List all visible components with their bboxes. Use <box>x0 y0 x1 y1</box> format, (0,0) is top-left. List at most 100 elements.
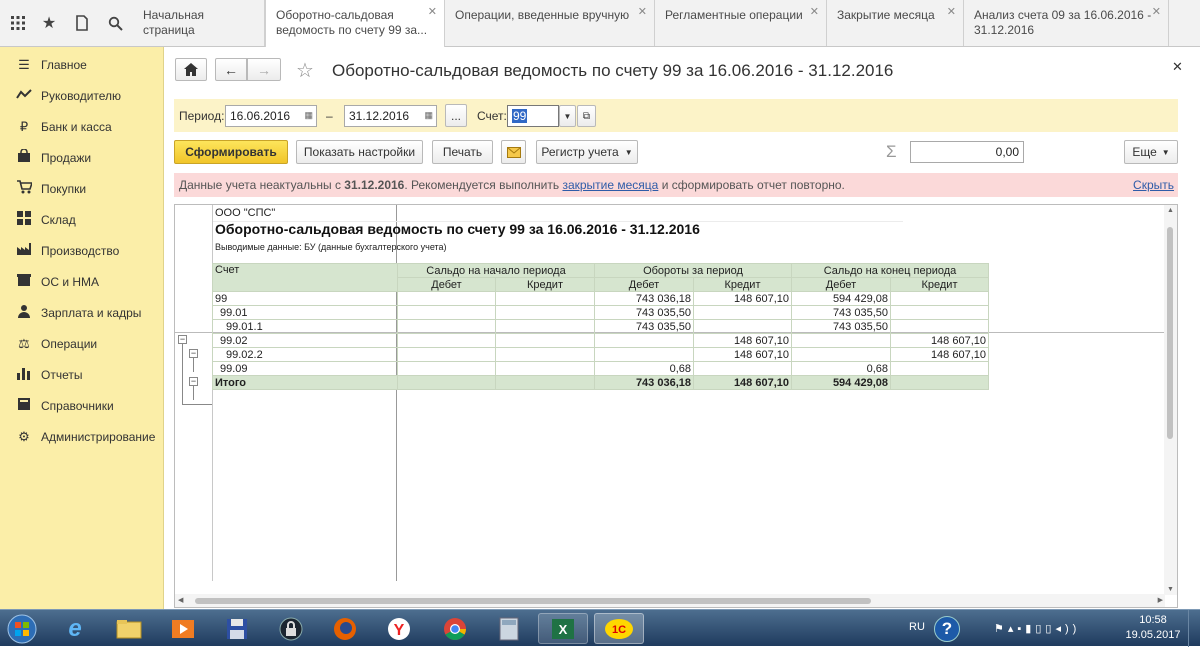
sidebar-item-operations[interactable]: ⚖ Операции <box>0 328 164 359</box>
sidebar-item-salary[interactable]: Зарплата и кадры <box>0 297 164 328</box>
close-icon[interactable]: ✕ <box>947 5 956 20</box>
close-icon[interactable]: ✕ <box>1152 5 1161 20</box>
sidebar-item-directories[interactable]: Справочники <box>0 390 164 421</box>
clock-date[interactable]: 19.05.2017 <box>1125 629 1181 641</box>
report-spreadsheet[interactable]: ООО "СПС" Оборотно-сальдовая ведомость п… <box>174 204 1178 608</box>
explorer-folder-icon[interactable] <box>104 613 154 644</box>
collapse-toggle[interactable]: − <box>189 349 198 358</box>
sidebar-item-bank[interactable]: ₽ Банк и касса <box>0 111 164 142</box>
sidebar-item-manager[interactable]: Руководителю <box>0 80 164 111</box>
scroll-right-icon[interactable]: ▶ <box>1158 596 1163 604</box>
tab-manual-operations[interactable]: Операции, введенные вручную ✕ <box>445 0 655 46</box>
value-cell <box>495 333 595 348</box>
ie-icon[interactable]: e <box>50 613 100 644</box>
calculator-icon[interactable] <box>484 613 534 644</box>
tray-icons[interactable]: ⚑▴▪▮▯▯◂)) <box>994 622 1080 635</box>
factory-icon <box>14 242 34 259</box>
month-closing-link[interactable]: закрытие месяца <box>562 178 658 192</box>
firefox-icon[interactable] <box>320 613 370 644</box>
account-open-button[interactable]: ⧉ <box>577 105 596 127</box>
top-bar: ★ Начальная страница Оборотно-сальдовая … <box>0 0 1200 47</box>
favorite-star-icon[interactable]: ☆ <box>296 58 314 83</box>
table-row[interactable]: 99.02 148 607,10 148 607,10 <box>212 333 989 348</box>
more-button[interactable]: Еще ▼ <box>1124 140 1178 164</box>
scroll-down-icon[interactable]: ▼ <box>1167 586 1174 593</box>
sidebar-item-purchases[interactable]: Покупки <box>0 173 164 204</box>
back-button[interactable]: ← <box>215 58 247 81</box>
date-to-field[interactable]: 31.12.2016 ▦ <box>344 105 437 127</box>
save-disk-icon[interactable] <box>212 613 262 644</box>
collapse-toggle[interactable]: − <box>189 377 198 386</box>
table-row[interactable]: 99.01 743 035,50 743 035,50 <box>212 305 989 320</box>
period-select-button[interactable]: ... <box>445 104 467 127</box>
scroll-left-icon[interactable]: ◀ <box>178 596 183 604</box>
date-from-field[interactable]: 16.06.2016 ▦ <box>225 105 317 127</box>
forward-button[interactable]: → <box>247 58 281 81</box>
horizontal-scrollbar[interactable]: ◀ ▶ <box>175 594 1165 607</box>
calendar-icon[interactable]: ▦ <box>424 110 433 121</box>
hide-warning-link[interactable]: Скрыть <box>1133 178 1174 192</box>
tab-regular-operations[interactable]: Регламентные операции ✕ <box>655 0 827 46</box>
start-button[interactable] <box>0 613 44 644</box>
scrollbar-thumb[interactable] <box>195 598 871 604</box>
scroll-up-icon[interactable]: ▲ <box>1167 207 1174 214</box>
favorites-star-icon[interactable]: ★ <box>33 0 65 46</box>
sidebar-item-sales[interactable]: Продажи <box>0 142 164 173</box>
chevron-down-icon: ▼ <box>624 147 633 157</box>
close-icon[interactable]: ✕ <box>1172 59 1183 75</box>
report-title: Оборотно-сальдовая ведомость по счету 99… <box>215 221 700 237</box>
print-button[interactable]: Печать <box>432 140 493 164</box>
account-dropdown-button[interactable]: ▼ <box>559 105 576 127</box>
show-desktop-button[interactable] <box>1188 610 1200 647</box>
sidebar-item-label: Продажи <box>41 150 92 165</box>
value-cell <box>693 361 792 376</box>
apps-grid-icon[interactable] <box>2 0 34 46</box>
tab-osv-99[interactable]: Оборотно-сальдовая ведомость по счету 99… <box>265 0 445 47</box>
excel-icon[interactable]: X <box>538 613 588 644</box>
account-field[interactable]: 99 <box>507 105 559 127</box>
search-icon[interactable] <box>99 0 131 46</box>
sidebar-item-warehouse[interactable]: Склад <box>0 204 164 235</box>
history-icon[interactable] <box>66 0 98 46</box>
clock-time[interactable]: 10:58 <box>1127 614 1179 626</box>
close-icon[interactable]: ✕ <box>810 5 819 20</box>
table-row[interactable]: 99.02.2 148 607,10 148 607,10 <box>212 347 989 362</box>
sidebar-item-production[interactable]: Производство <box>0 235 164 266</box>
table-row[interactable]: 99 743 036,18 148 607,10 594 429,08 <box>212 291 989 306</box>
table-row[interactable]: 99.09 0,68 0,68 <box>212 361 989 376</box>
tab-home[interactable]: Начальная страница <box>133 0 265 46</box>
chrome-icon[interactable] <box>430 613 480 644</box>
value-cell <box>495 291 595 306</box>
sidebar-item-main[interactable]: ☰ Главное <box>0 49 164 80</box>
home-button[interactable] <box>175 58 207 81</box>
send-email-button[interactable] <box>501 140 526 164</box>
close-icon[interactable]: ✕ <box>638 5 647 20</box>
vertical-scrollbar[interactable]: ▲ ▼ <box>1164 205 1177 595</box>
lock-icon[interactable] <box>266 613 316 644</box>
value-cell: 148 607,10 <box>890 333 989 348</box>
sidebar-item-reports[interactable]: Отчеты <box>0 359 164 390</box>
media-player-icon[interactable] <box>158 613 208 644</box>
table-row[interactable]: 99.01.1 743 035,50 743 035,50 <box>212 319 989 334</box>
sidebar-item-label: Зарплата и кадры <box>41 305 142 320</box>
register-dropdown-button[interactable]: Регистр учета ▼ <box>536 140 638 164</box>
arrow-left-icon: ← <box>224 61 238 78</box>
tab-month-closing[interactable]: Закрытие месяца ✕ <box>827 0 964 46</box>
scrollbar-thumb[interactable] <box>1167 227 1173 439</box>
close-icon[interactable]: ✕ <box>428 5 437 20</box>
language-indicator[interactable]: RU <box>909 621 925 633</box>
help-icon[interactable]: ? <box>934 616 960 642</box>
grid-divider <box>212 205 213 581</box>
sidebar-item-admin[interactable]: ⚙ Администрирование <box>0 421 164 452</box>
yandex-browser-icon[interactable]: Y <box>374 613 424 644</box>
total-row[interactable]: Итого 743 036,18 148 607,10 594 429,08 <box>212 375 989 390</box>
1c-app-icon[interactable]: 1С <box>594 613 644 644</box>
collapse-toggle[interactable]: − <box>178 335 187 344</box>
calendar-icon[interactable]: ▦ <box>304 110 313 121</box>
sidebar-item-assets[interactable]: ОС и НМА <box>0 266 164 297</box>
tab-account-analysis[interactable]: Анализ счета 09 за 16.06.2016 - 31.12.20… <box>964 0 1169 46</box>
show-settings-button[interactable]: Показать настройки <box>296 140 423 164</box>
sidebar-item-label: Отчеты <box>41 367 83 382</box>
main-panel: ← → ☆ Оборотно-сальдовая ведомость по сч… <box>164 47 1200 609</box>
generate-button[interactable]: Сформировать <box>174 140 288 164</box>
